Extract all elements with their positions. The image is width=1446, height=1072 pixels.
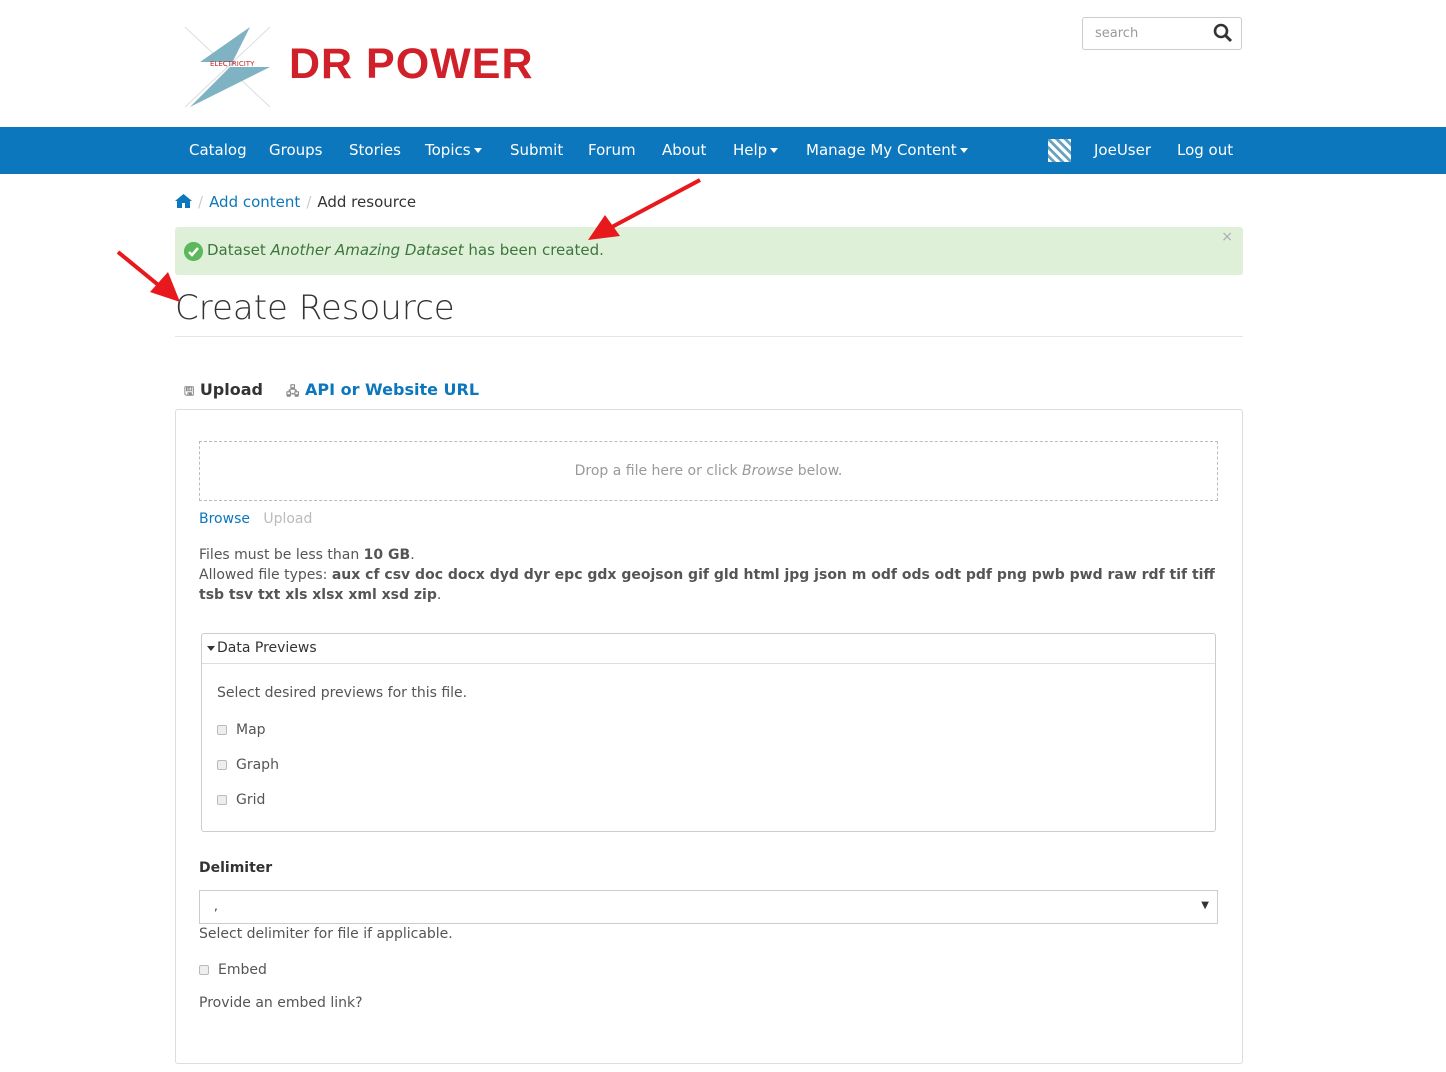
arrow-to-title xyxy=(116,250,180,302)
embed-checkbox[interactable]: Embed xyxy=(199,962,267,978)
preview-graph-checkbox[interactable]: Graph xyxy=(217,757,279,773)
check-circle-icon xyxy=(184,242,203,261)
svg-text:ELECTRICITY: ELECTRICITY xyxy=(210,60,255,68)
file-icon: 🖫 xyxy=(184,384,195,398)
tab-upload[interactable]: 🖫 Upload xyxy=(184,380,263,403)
caret-down-icon xyxy=(959,148,968,153)
main-nav: Catalog Groups Stories Topics Submit For… xyxy=(0,127,1446,174)
page-title: Create Resource xyxy=(175,288,455,328)
upload-help: Files must be less than 10 GB. Allowed f… xyxy=(199,547,1215,603)
nav-submit[interactable]: Submit xyxy=(510,141,563,159)
search-icon[interactable] xyxy=(1213,23,1233,43)
delimiter-select[interactable]: , ▼ xyxy=(199,890,1218,924)
data-previews-panel: Data Previews Select desired previews fo… xyxy=(201,633,1216,832)
preview-map-checkbox[interactable]: Map xyxy=(217,722,266,738)
file-drop-zone[interactable]: Drop a file here or click Browse below. xyxy=(199,441,1218,501)
delimiter-label: Delimiter xyxy=(199,860,273,876)
nav-catalog[interactable]: Catalog xyxy=(189,141,247,159)
embed-help: Provide an embed link? xyxy=(199,995,363,1011)
caret-down-icon xyxy=(473,148,482,153)
data-previews-toggle[interactable]: Data Previews xyxy=(202,634,1215,664)
delimiter-help: Select delimiter for file if applicable. xyxy=(199,926,453,942)
breadcrumb: / Add content / Add resource xyxy=(175,193,416,211)
dropdown-arrow-icon: ▼ xyxy=(1201,900,1209,911)
caret-down-icon xyxy=(207,645,215,651)
upload-actions: Browse Upload xyxy=(199,511,312,527)
user-avatar[interactable] xyxy=(1048,139,1071,162)
tab-api-url[interactable]: 🖧 API or Website URL xyxy=(286,380,479,403)
brand-name[interactable]: DR POWER xyxy=(289,40,534,89)
home-icon[interactable] xyxy=(175,194,192,208)
nav-manage-content[interactable]: Manage My Content xyxy=(806,141,968,159)
breadcrumb-add-content[interactable]: Add content xyxy=(209,193,300,211)
breadcrumb-current: Add resource xyxy=(317,193,417,211)
close-icon[interactable]: × xyxy=(1221,229,1233,245)
upload-button[interactable]: Upload xyxy=(263,511,312,527)
nav-logout[interactable]: Log out xyxy=(1177,141,1233,159)
success-alert: Dataset Another Amazing Dataset has been… xyxy=(175,227,1243,275)
nav-topics[interactable]: Topics xyxy=(425,141,482,159)
nav-help[interactable]: Help xyxy=(733,141,779,159)
site-logo[interactable]: ELECTRICITY xyxy=(180,22,275,112)
browse-button[interactable]: Browse xyxy=(199,511,250,527)
nav-forum[interactable]: Forum xyxy=(588,141,636,159)
nav-about[interactable]: About xyxy=(662,141,706,159)
dataset-name: Another Amazing Dataset xyxy=(270,241,464,259)
preview-grid-checkbox[interactable]: Grid xyxy=(217,792,265,808)
search-input[interactable]: search xyxy=(1082,17,1242,50)
divider xyxy=(175,336,1243,337)
nav-stories[interactable]: Stories xyxy=(349,141,401,159)
nav-user[interactable]: JoeUser xyxy=(1094,141,1151,159)
caret-down-icon xyxy=(770,148,779,153)
nav-groups[interactable]: Groups xyxy=(269,141,322,159)
link-icon: 🖧 xyxy=(286,384,300,398)
previews-hint: Select desired previews for this file. xyxy=(217,685,468,701)
